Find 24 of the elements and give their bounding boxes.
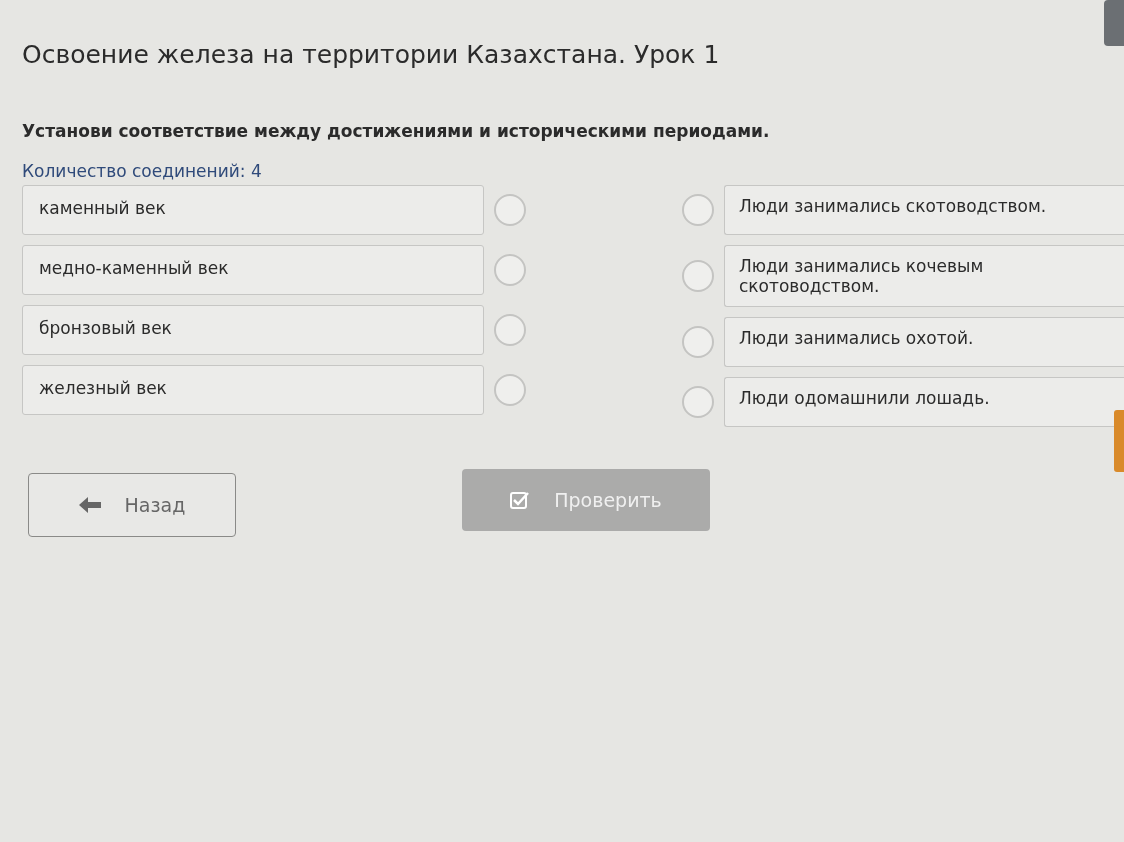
connector-circle[interactable] [682, 260, 714, 292]
match-item[interactable]: железный век [22, 365, 484, 415]
checkbox-icon [510, 491, 531, 509]
lesson-title: Освоение железа на территории Казахстана. Урок 1 [22, 40, 721, 69]
match-item[interactable]: Люди одомашнили лошадь. [724, 377, 1124, 427]
match-item[interactable]: Люди занимались скотоводством. [724, 185, 1124, 235]
match-item[interactable]: Люди занимались кочевым скотоводством. [724, 245, 1124, 307]
connector-circle[interactable] [682, 326, 714, 358]
back-button[interactable]: Назад [28, 473, 236, 537]
side-tab[interactable] [1104, 0, 1124, 46]
connector-circle[interactable] [494, 314, 526, 346]
side-tab[interactable] [1114, 410, 1124, 472]
match-item[interactable]: каменный век [22, 185, 484, 235]
connector-circle[interactable] [494, 254, 526, 286]
connector-circle[interactable] [494, 374, 526, 406]
match-item[interactable]: Люди занимались охотой. [724, 317, 1124, 367]
connector-circle[interactable] [494, 194, 526, 226]
connector-circle[interactable] [682, 194, 714, 226]
connector-circle[interactable] [682, 386, 714, 418]
match-item[interactable]: бронзовый век [22, 305, 484, 355]
arrow-left-icon [78, 497, 101, 513]
connection-count: Количество соединений: 4 [22, 161, 263, 181]
match-item[interactable]: медно-каменный век [22, 245, 484, 295]
question-text: Установи соответствие между достижениями и историческими периодами. [22, 121, 771, 141]
